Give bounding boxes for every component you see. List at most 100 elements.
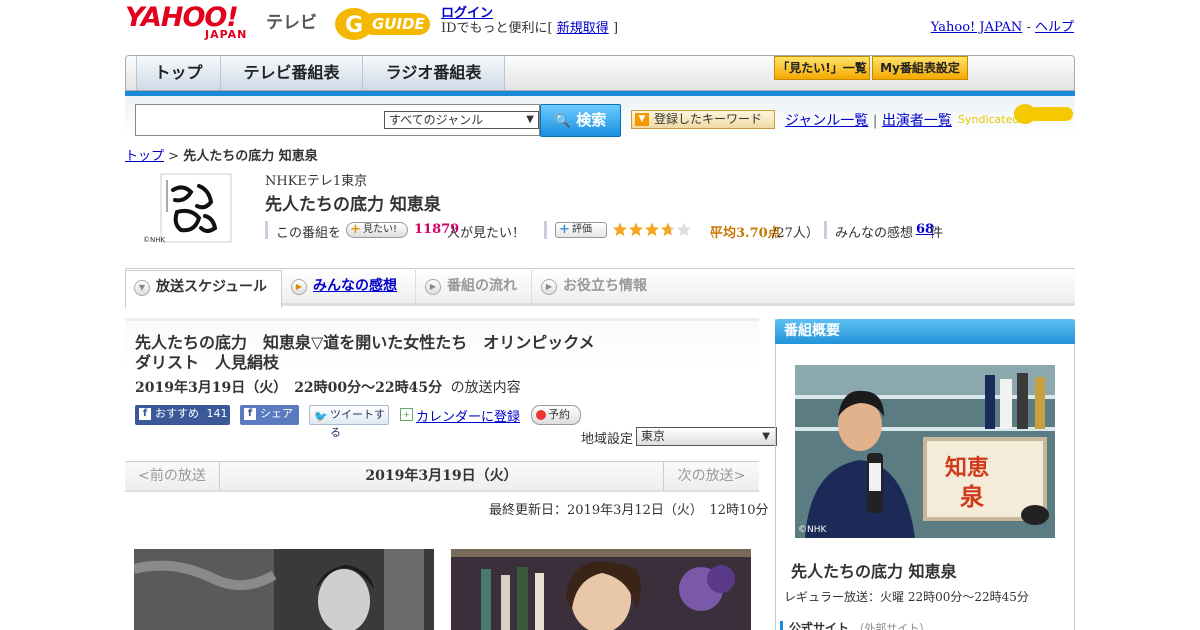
official-site-link[interactable]: 公式サイト （外部サイト） <box>780 621 930 630</box>
thumb-credit: ©NHK <box>143 236 166 244</box>
want-prefix: この番組を <box>276 226 342 241</box>
current-broadcast-date: 2019年3月19日（火） <box>365 468 518 484</box>
tab-help[interactable]: ▶ お役立ち情報 <box>533 270 663 304</box>
breadcrumb-top-link[interactable]: トップ <box>125 149 164 164</box>
facebook-icon: f <box>139 408 151 420</box>
tab-schedule[interactable]: ▼ 放送スケジュール <box>125 270 282 308</box>
dropdown-arrow-icon: ▼ <box>635 113 649 126</box>
program-thumbnail: ©NHK <box>143 172 233 246</box>
login-area: ログイン IDでもっと便利に[ 新規取得 ] <box>441 6 618 36</box>
plus-icon: + <box>559 222 570 237</box>
breadcrumb-current: 先人たちの底力 知恵泉 <box>183 149 318 164</box>
program-channel: NHKEテレ1東京 <box>265 174 368 189</box>
rating-star-icon <box>660 222 676 237</box>
divider <box>125 268 1075 269</box>
last-updated: 最終更新日：2019年3月12日（火） 12時10分 <box>489 503 769 518</box>
kanso-suffix: 件 <box>930 226 944 241</box>
breadcrumb-separator: > <box>164 149 184 164</box>
my-listing-button[interactable]: My番組表設定 <box>872 56 968 80</box>
gguide-small-logo-icon <box>1014 104 1073 124</box>
tweet-button[interactable]: 🐦 ツイートする <box>309 405 389 439</box>
divider <box>824 221 827 239</box>
episode-date-suffix: の放送内容 <box>450 380 521 396</box>
genre-select[interactable]: すべてのジャンル ▼ <box>384 111 539 129</box>
tab-flow-label: 番組の流れ <box>447 278 517 294</box>
rating-star-icon <box>628 222 644 237</box>
episode-date-line: 2019年3月19日（火） 22時00分～22時45分 の放送内容 <box>135 377 521 397</box>
tab-flow[interactable]: ▶ 番組の流れ <box>417 270 532 304</box>
facebook-share-label: シェア <box>260 407 293 420</box>
chevron-right-icon: ▶ <box>541 279 557 295</box>
sidebar-program-title: 先人たちの底力 知恵泉 <box>791 562 957 581</box>
plus-icon: + <box>350 222 361 237</box>
tv-logo-text[interactable]: テレビ <box>266 8 317 33</box>
want-button-label: 見たい! <box>363 224 398 235</box>
search-links: ジャンル一覧 | 出演者一覧 <box>785 110 952 130</box>
next-broadcast-link[interactable]: 次の放送> <box>663 462 759 491</box>
tab-kanso-label[interactable]: みんなの感想 <box>313 278 397 294</box>
sidebar-program-photo: 知恵 泉 ©NHK <box>795 365 1055 538</box>
main-tab-bar: トップ テレビ番組表 ラジオ番組表 「見たい!」一覧 My番組表設定 <box>125 55 1075 91</box>
help-link[interactable]: ヘルプ <box>1035 20 1074 35</box>
official-site-note: （外部サイト） <box>853 622 931 630</box>
program-logo-image <box>160 173 232 243</box>
program-sub-tabs: ▼ 放送スケジュール ▶ みんなの感想 ▶ 番組の流れ ▶ お役立ち情報 <box>125 270 1075 308</box>
official-site-label: 公式サイト <box>789 621 850 630</box>
top-right-links: Yahoo! JAPAN - ヘルプ <box>931 16 1074 35</box>
region-select[interactable]: 東京 ▼ <box>636 427 777 446</box>
calendar-link[interactable]: + カレンダーに登録 <box>400 406 520 425</box>
host-photo-image: 知恵 泉 <box>795 365 1055 538</box>
tab-top[interactable]: トップ <box>136 56 221 90</box>
chevron-right-icon: ▶ <box>291 279 307 295</box>
genre-list-link[interactable]: ジャンル一覧 <box>785 113 868 129</box>
mitai-list-button[interactable]: 「見たい!」一覧 <box>774 56 870 80</box>
facebook-icon: f <box>244 408 256 420</box>
facebook-share-button[interactable]: f シェア <box>240 405 299 425</box>
sidebar-photo-credit: ©NHK <box>798 525 827 535</box>
rating-average: 平均3.70点 <box>710 226 781 241</box>
date-navigation: <前の放送 2019年3月19日（火） 次の放送> <box>125 461 759 492</box>
tab-help-label: お役立ち情報 <box>563 278 647 294</box>
cast-list-link[interactable]: 出演者一覧 <box>882 113 952 129</box>
divider <box>265 221 268 239</box>
kanso-prefix: みんなの感想 <box>835 226 914 241</box>
facebook-like-count: 141 <box>206 407 228 420</box>
program-title: 先人たちの底力 知恵泉 <box>265 195 441 215</box>
signup-link[interactable]: 新規取得 <box>557 21 609 36</box>
rating-star-icon <box>676 222 692 237</box>
chevron-down-icon: ▼ <box>762 431 770 442</box>
gguide-logo[interactable]: G GUIDE <box>334 7 434 41</box>
reserve-label: 予約 <box>548 408 570 421</box>
breadcrumb: トップ > 先人たちの底力 知恵泉 <box>125 145 318 164</box>
episode-photo-studio <box>451 549 751 630</box>
tab-kanso[interactable]: ▶ みんなの感想 <box>283 270 416 304</box>
chevron-down-icon: ▼ <box>134 280 150 296</box>
svg-text:泉: 泉 <box>960 482 985 511</box>
login-sub-suffix: ] <box>612 21 619 36</box>
want-button[interactable]: + 見たい! <box>346 222 408 238</box>
record-icon <box>536 410 546 420</box>
prev-broadcast-link[interactable]: <前の放送 <box>125 462 220 491</box>
episode-title: 先人たちの底力 知恵泉▽道を開いた女性たち オリンピックメダリスト 人見絹枝 <box>135 333 595 372</box>
genre-select-value: すべてのジャンル <box>389 113 484 127</box>
links-separator: | <box>872 113 878 129</box>
tab-radio-listing[interactable]: ラジオ番組表 <box>363 56 505 90</box>
divider <box>544 221 547 239</box>
search-button[interactable]: 🔍 検索 <box>540 104 621 137</box>
chevron-right-icon: ▶ <box>425 279 441 295</box>
login-link[interactable]: ログイン <box>441 6 493 21</box>
keyword-button[interactable]: ▼ 登録したキーワード <box>631 110 775 129</box>
rate-button[interactable]: + 評価 <box>555 222 607 238</box>
link-separator: - <box>1022 20 1035 35</box>
yahoo-japan-link[interactable]: Yahoo! JAPAN <box>931 20 1023 35</box>
japan-logo-text: JAPAN <box>205 28 248 41</box>
search-icon: 🔍 <box>554 114 571 129</box>
reserve-button[interactable]: 予約 <box>531 405 581 425</box>
yahoo-japan-logo[interactable]: YAHOO! JAPAN <box>125 4 261 42</box>
tab-tv-listing[interactable]: テレビ番組表 <box>221 56 363 90</box>
calendar-icon: + <box>400 408 413 421</box>
search-button-label: 検索 <box>576 111 607 129</box>
facebook-like-button[interactable]: f おすすめ 141 <box>135 405 230 425</box>
sidebar-heading: 番組概要 <box>775 319 1075 344</box>
region-label: 地域設定 <box>581 432 634 447</box>
